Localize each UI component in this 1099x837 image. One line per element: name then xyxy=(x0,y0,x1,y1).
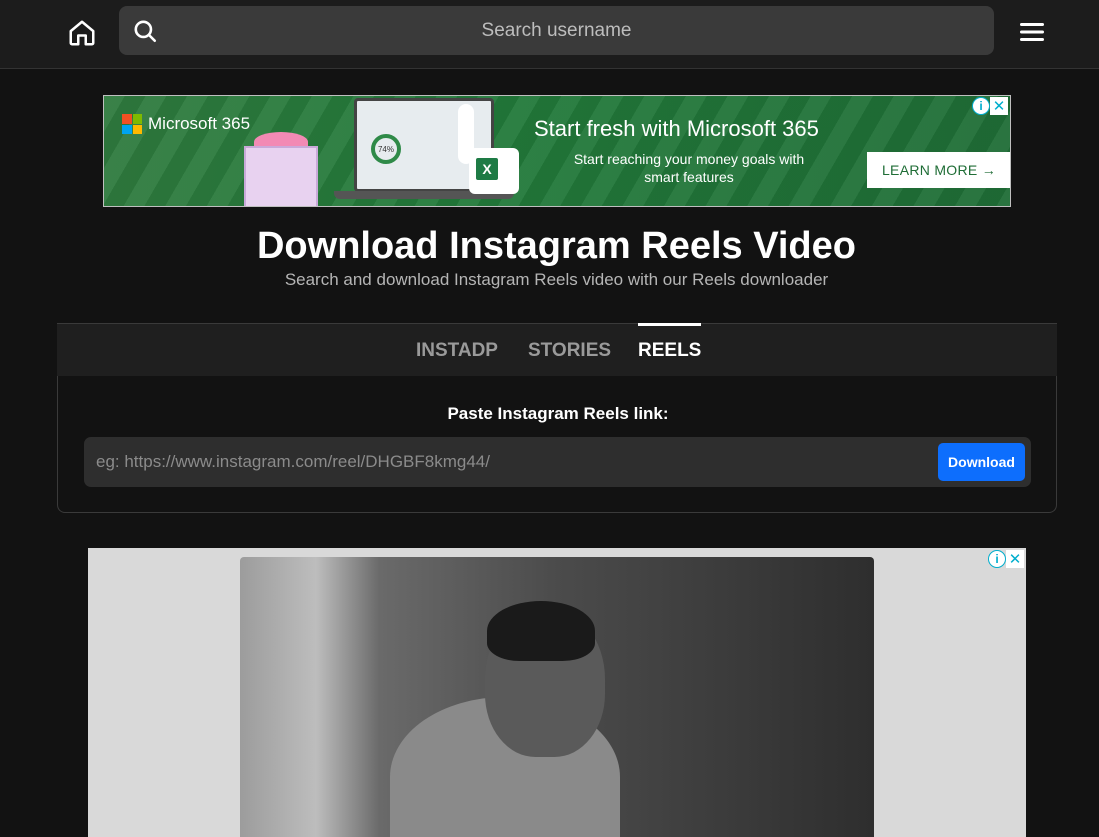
downloader-tabs: INSTADP STORIES REELS xyxy=(57,323,1057,377)
microsoft-365-ad-banner[interactable]: Microsoft 365 74% X Start fresh with Mic… xyxy=(103,95,1011,207)
excel-x-icon: X xyxy=(476,158,498,180)
tab-stories[interactable]: STORIES xyxy=(528,324,611,378)
tab-reels[interactable]: REELS xyxy=(638,323,702,378)
page-subtitle: Search and download Instagram Reels vide… xyxy=(284,270,829,289)
ad-headline: Start fresh with Microsoft 365 xyxy=(534,116,819,141)
ad-background-pattern xyxy=(104,96,1010,206)
ad-close-icon[interactable]: ✕ xyxy=(990,97,1008,115)
ad-info-icon[interactable]: i xyxy=(988,550,1006,568)
microsoft-logo: Microsoft 365 xyxy=(122,114,250,134)
ad-subline: Start reaching your money goals with sma… xyxy=(573,151,805,185)
person-hair-graphic xyxy=(487,601,595,661)
gift-box-graphic xyxy=(244,146,318,206)
reels-link-label: Paste Instagram Reels link: xyxy=(447,404,669,423)
reels-download-form: Paste Instagram Reels link: Download xyxy=(57,376,1057,513)
top-navigation-bar xyxy=(0,0,1099,69)
search-bar xyxy=(119,6,994,55)
search-icon[interactable] xyxy=(132,18,158,44)
home-icon xyxy=(69,20,95,46)
learn-more-button[interactable]: LEARN MORE → xyxy=(867,152,1010,188)
page-title: Download Instagram Reels Video xyxy=(256,225,856,267)
ad-brand-name: Microsoft 365 xyxy=(148,114,251,133)
tab-instadp[interactable]: INSTADP xyxy=(416,324,498,378)
reels-link-field: Download xyxy=(84,437,1031,487)
progress-ring-graphic: 74% xyxy=(371,134,401,164)
search-username-input[interactable] xyxy=(169,6,944,55)
ad-info-icon[interactable]: i xyxy=(972,97,990,115)
ad-video-frame[interactable] xyxy=(240,557,874,837)
home-button[interactable] xyxy=(64,15,100,51)
hamburger-menu-icon[interactable] xyxy=(1016,18,1048,46)
reels-link-input[interactable] xyxy=(96,437,926,487)
microsoft-logo-icon xyxy=(122,114,142,134)
download-button[interactable]: Download xyxy=(938,443,1025,481)
video-ad-banner[interactable]: i ✕ xyxy=(88,548,1026,837)
ad-close-icon[interactable]: ✕ xyxy=(1006,550,1024,568)
